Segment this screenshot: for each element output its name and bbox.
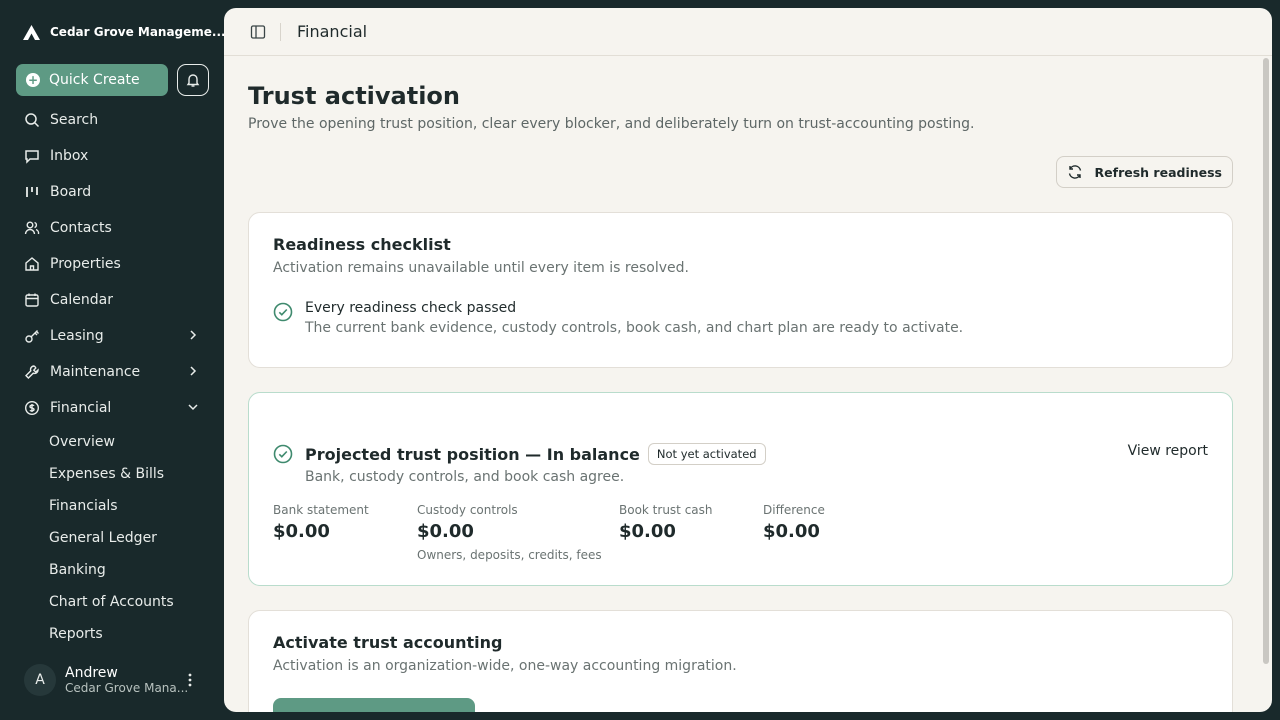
search-icon: [25, 113, 40, 128]
sidebar-subitem-expenses-bills[interactable]: Expenses & Bills: [16, 458, 208, 490]
sidebar-item-label: Inbox: [50, 148, 89, 164]
key-icon: [25, 330, 39, 343]
checklist-item-title: Every readiness check passed: [305, 300, 517, 316]
dollar-circle-icon: [24, 400, 40, 416]
sidebar-item-search[interactable]: Search: [16, 102, 208, 138]
position-title: Projected trust position — In balance: [305, 444, 640, 464]
metric-label: Book trust cash: [619, 503, 713, 517]
metric-value: $0.00: [619, 521, 676, 542]
metric-label: Custody controls: [417, 503, 518, 517]
users-icon: [24, 221, 40, 235]
metric-note: Owners, deposits, credits, fees: [417, 548, 602, 562]
metric-label: Difference: [763, 503, 825, 517]
scrollbar[interactable]: [1263, 58, 1269, 664]
sidebar-item-label: Financial: [50, 400, 112, 416]
metric-difference: Difference $0.00: [763, 503, 907, 562]
message-icon: [25, 150, 39, 164]
board-icon: [26, 187, 38, 197]
sidebar: Cedar Grove Manageme... + Quick Create S…: [0, 0, 226, 720]
avatar: A: [24, 664, 56, 696]
sidebar-subitem-financials[interactable]: Financials: [16, 490, 208, 522]
activate-subtitle: Activation is an organization-wide, one-…: [273, 658, 737, 674]
position-desc: Bank, custody controls, and book cash ag…: [305, 469, 625, 485]
refresh-icon: [1068, 165, 1081, 179]
quick-create-button[interactable]: + Quick Create: [16, 64, 168, 96]
calendar-icon: [25, 293, 39, 307]
metric-custody-controls: Custody controls $0.00 Owners, deposits,…: [417, 503, 619, 562]
sidebar-item-calendar[interactable]: Calendar: [16, 282, 208, 318]
page-content: Trust activation Prove the opening trust…: [248, 56, 1233, 712]
checklist-title: Readiness checklist: [273, 235, 451, 254]
metric-label: Bank statement: [273, 503, 369, 517]
bell-icon: [186, 74, 200, 87]
position-metrics: Bank statement $0.00 Custody controls $0…: [273, 503, 1208, 562]
sidebar-subitem-general-ledger[interactable]: General Ledger: [16, 522, 208, 554]
sidebar-item-label: Properties: [50, 256, 121, 272]
sidebar-item-board[interactable]: Board: [16, 174, 208, 210]
header-title: Financial: [297, 22, 368, 41]
status-badge: Not yet activated: [647, 443, 766, 465]
sidebar-item-financial[interactable]: Financial: [16, 390, 208, 426]
check-circle-icon: [273, 444, 293, 464]
user-name: Andrew: [65, 665, 118, 681]
metric-book-trust-cash: Book trust cash $0.00: [619, 503, 763, 562]
home-icon: [25, 257, 39, 271]
top-bar: Financial: [224, 8, 1272, 56]
org-switcher[interactable]: Cedar Grove Manageme...: [22, 22, 226, 42]
financial-submenu: Overview Expenses & Bills Financials Gen…: [16, 426, 208, 650]
sidebar-nav: Search Inbox Board Contacts Properties C…: [16, 102, 208, 650]
sidebar-subitem-overview[interactable]: Overview: [16, 426, 208, 458]
plus-icon: +: [26, 73, 40, 87]
wrench-icon: [25, 365, 39, 379]
sidebar-item-label: Board: [50, 184, 92, 200]
sidebar-item-label: Search: [50, 112, 99, 128]
readiness-checklist-card: Readiness checklist Activation remains u…: [248, 212, 1233, 368]
check-circle-icon: [273, 302, 293, 322]
logo-icon: [23, 24, 40, 40]
header-divider: [280, 22, 281, 41]
more-vertical-icon[interactable]: [182, 672, 198, 688]
sidebar-item-label: Calendar: [50, 292, 113, 308]
sidebar-item-label: Contacts: [50, 220, 112, 236]
view-report-link[interactable]: View report: [1128, 443, 1208, 459]
checklist-item-desc: The current bank evidence, custody contr…: [305, 320, 964, 336]
sidebar-item-inbox[interactable]: Inbox: [16, 138, 208, 174]
activate-button[interactable]: [273, 698, 475, 712]
sidebar-item-leasing[interactable]: Leasing: [16, 318, 208, 354]
metric-value: $0.00: [763, 521, 820, 542]
sidebar-toggle-icon[interactable]: [250, 24, 266, 40]
activate-title: Activate trust accounting: [273, 633, 503, 652]
main-panel: Financial Trust activation Prove the ope…: [224, 8, 1272, 712]
chevron-down-icon: [188, 404, 198, 411]
refresh-readiness-button[interactable]: Refresh readiness: [1055, 156, 1233, 188]
sidebar-item-label: Leasing: [50, 328, 104, 344]
sidebar-subitem-banking[interactable]: Banking: [16, 554, 208, 586]
sidebar-item-label: Maintenance: [50, 364, 141, 380]
sidebar-item-maintenance[interactable]: Maintenance: [16, 354, 208, 390]
metric-value: $0.00: [273, 521, 330, 542]
org-name: Cedar Grove Manageme...: [50, 25, 226, 39]
sidebar-subitem-reports[interactable]: Reports: [16, 618, 208, 650]
sidebar-subitem-chart-of-accounts[interactable]: Chart of Accounts: [16, 586, 208, 618]
quick-create-label: Quick Create: [49, 72, 140, 88]
chevron-right-icon: [190, 366, 197, 376]
notifications-button[interactable]: [177, 64, 209, 96]
checklist-subtitle: Activation remains unavailable until eve…: [273, 260, 689, 276]
refresh-label: Refresh readiness: [1094, 164, 1222, 180]
user-org: Cedar Grove Mana...: [65, 681, 189, 695]
chevron-right-icon: [190, 330, 197, 340]
sidebar-item-contacts[interactable]: Contacts: [16, 210, 208, 246]
trust-position-card: Projected trust position — In balance No…: [248, 392, 1233, 586]
metric-bank-statement: Bank statement $0.00: [273, 503, 417, 562]
page-title: Trust activation: [248, 82, 461, 110]
sidebar-item-properties[interactable]: Properties: [16, 246, 208, 282]
activate-trust-card: Activate trust accounting Activation is …: [248, 610, 1233, 712]
metric-value: $0.00: [417, 521, 474, 542]
checklist-item: Every readiness check passed The current…: [273, 300, 1208, 336]
page-subtitle: Prove the opening trust position, clear …: [248, 116, 975, 132]
user-menu[interactable]: A Andrew Cedar Grove Mana...: [24, 660, 208, 700]
